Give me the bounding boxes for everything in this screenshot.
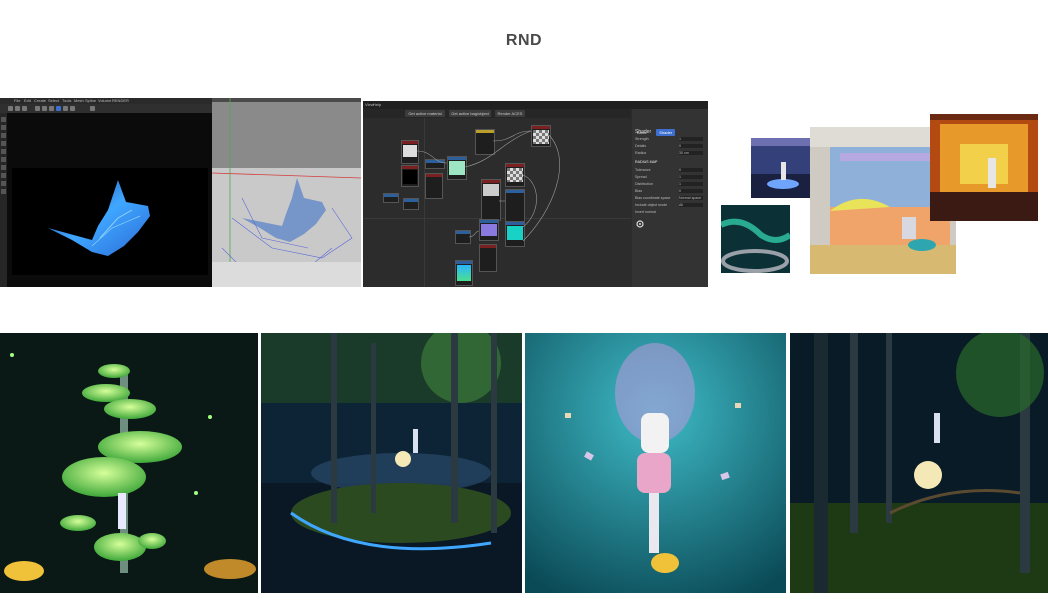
param-label: Radius <box>635 151 647 155</box>
attribute-panel: Basic Shader Shader Strength 1 Details 0 R… <box>632 109 708 287</box>
node-editor-screenshot[interactable]: View Help Get active material Get active… <box>363 101 708 287</box>
param-label: Bias <box>635 189 642 193</box>
param-row[interactable]: Strength 1 <box>635 137 705 141</box>
manta-ray-render <box>12 168 208 275</box>
panel-heading: Shader <box>635 129 652 135</box>
c4d-screenshot[interactable]: File Edit Create Select Tools Mesh Splin… <box>0 98 212 287</box>
wireframe-ray <box>212 98 361 287</box>
underwater-render[interactable] <box>525 333 786 593</box>
param-value[interactable]: 1 <box>679 137 703 141</box>
param-label: Distribution <box>635 182 653 186</box>
section-header[interactable]: RADIUS MAP <box>635 160 705 164</box>
c4d-perspective-viewport[interactable] <box>212 98 361 287</box>
node-connections <box>416 130 560 242</box>
forest-moon-render[interactable] <box>790 333 1048 593</box>
param-value[interactable]: 0 <box>679 168 703 172</box>
param-row[interactable]: Invert normal <box>635 210 705 214</box>
param-row[interactable]: Details 0 <box>635 144 705 148</box>
concert-render-thumbnail[interactable] <box>930 114 1038 221</box>
param-label: Details <box>635 144 646 148</box>
param-row[interactable]: Spread 1 <box>635 175 705 179</box>
param-row[interactable]: Radius 30 cm <box>635 151 705 155</box>
tab-shader[interactable]: Shader <box>656 129 676 136</box>
param-value[interactable]: 0 <box>679 189 703 193</box>
param-label: Strength <box>635 137 649 141</box>
stage-render-thumbnail[interactable] <box>750 137 813 199</box>
param-row[interactable]: Bias coordinate space Normal space <box>635 196 705 200</box>
param-label: Bias coordinate space <box>635 196 671 200</box>
param-row[interactable]: Include object mode All <box>635 203 705 207</box>
param-value[interactable]: All <box>679 203 703 207</box>
aurora-render-thumbnail[interactable] <box>721 205 790 273</box>
param-label: Tolerance <box>635 168 651 172</box>
param-value[interactable]: Normal space <box>679 196 703 200</box>
param-label: Include object mode <box>635 203 668 207</box>
param-label: Spread <box>635 175 647 179</box>
forest-pond-render[interactable] <box>261 333 522 593</box>
param-value[interactable]: 1 <box>679 175 703 179</box>
mushroom-render[interactable] <box>0 333 258 593</box>
param-row[interactable]: Distribution 1 <box>635 182 705 186</box>
param-value[interactable]: 30 cm <box>679 151 703 155</box>
param-label: Invert normal <box>635 210 656 214</box>
param-row[interactable]: Tolerance 0 <box>635 168 705 172</box>
param-value[interactable]: 1 <box>679 182 703 186</box>
param-row[interactable]: Bias 0 <box>635 189 705 193</box>
gear-icon[interactable] <box>635 219 645 229</box>
param-value[interactable]: 0 <box>679 144 703 148</box>
page-title: RND <box>505 32 543 49</box>
